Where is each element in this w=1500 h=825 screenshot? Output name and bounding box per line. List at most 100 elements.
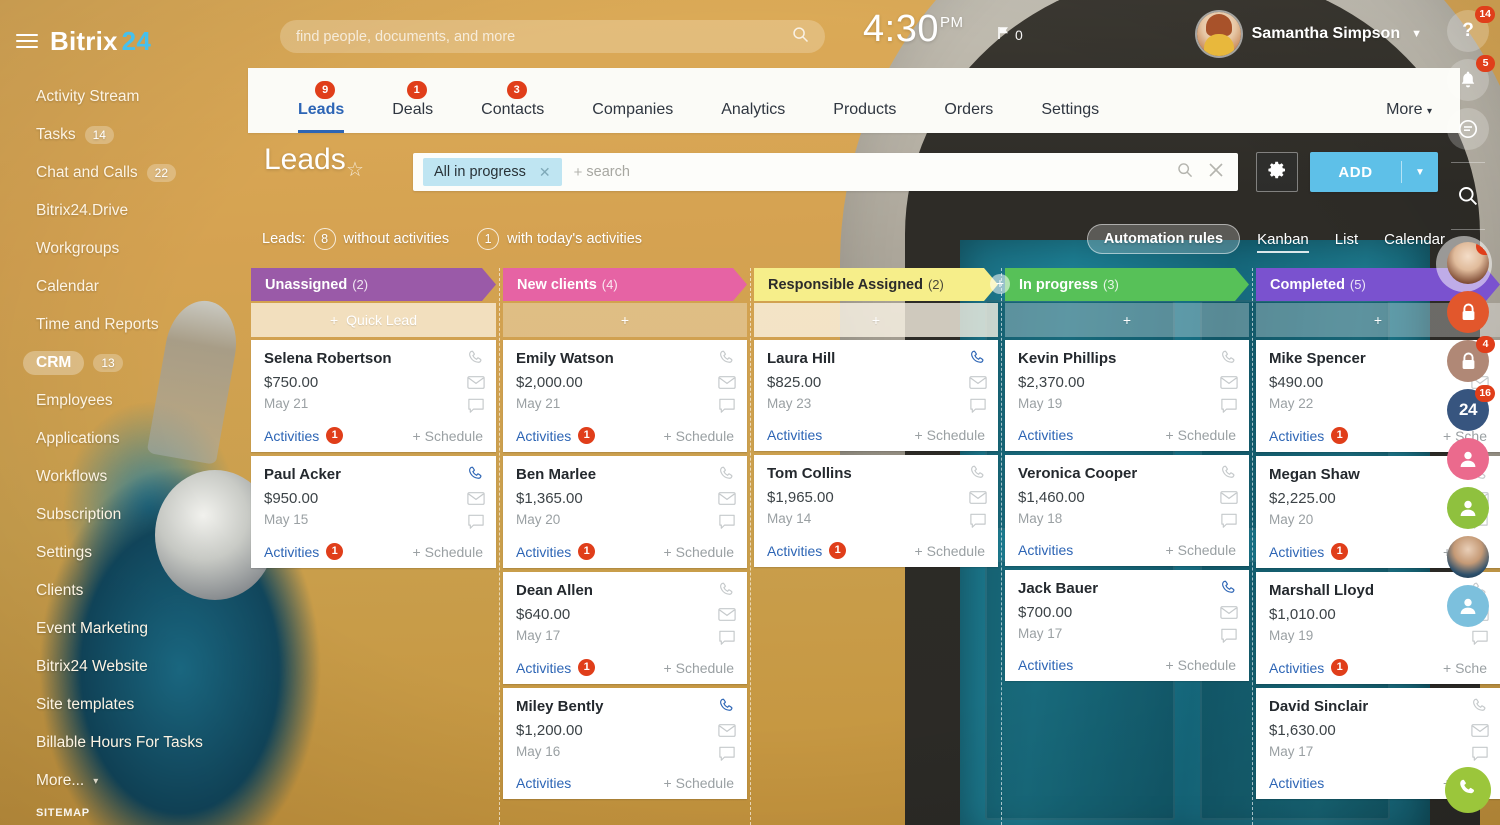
mail-icon[interactable]: [1220, 375, 1238, 390]
tab-leads[interactable]: 9 Leads: [274, 81, 368, 133]
kanban-add-card-button[interactable]: +: [754, 303, 998, 337]
lead-activities-link[interactable]: Activities 1: [264, 543, 344, 560]
help-icon[interactable]: ? 14: [1447, 6, 1495, 52]
kanban-column-header[interactable]: In progress (3): [1005, 268, 1249, 301]
user-avatar-1[interactable]: 2: [1447, 242, 1489, 284]
tab-orders[interactable]: Orders: [920, 101, 1017, 133]
sidebar-item-employees[interactable]: Employees: [0, 382, 248, 420]
sidebar-item-workgroups[interactable]: Workgroups: [0, 230, 248, 268]
phone-icon[interactable]: [1220, 579, 1238, 597]
lead-activities-link[interactable]: Activities 1: [767, 542, 847, 559]
filter-search-placeholder[interactable]: search: [586, 164, 630, 180]
phone-icon[interactable]: [718, 581, 736, 599]
comment-icon[interactable]: [969, 513, 987, 529]
lead-schedule-link[interactable]: + Schedule: [664, 775, 734, 791]
phone-icon[interactable]: [718, 697, 736, 715]
comment-icon[interactable]: [718, 746, 736, 762]
mail-icon[interactable]: [718, 723, 736, 738]
comment-icon[interactable]: [718, 514, 736, 530]
sidebar-item-workflows[interactable]: Workflows: [0, 458, 248, 496]
phone-icon[interactable]: [718, 465, 736, 483]
mail-icon[interactable]: [467, 375, 485, 390]
lead-card[interactable]: Veronica Cooper $1,460.00 May 18 Activities…: [1005, 455, 1249, 566]
user-menu[interactable]: Samantha Simpson ▼: [1196, 12, 1422, 56]
sidebar-item-event-marketing[interactable]: Event Marketing: [0, 610, 248, 648]
phone-icon[interactable]: [969, 464, 987, 482]
sidebar-item-settings[interactable]: Settings: [0, 534, 248, 572]
search-icon[interactable]: [792, 26, 809, 48]
comment-icon[interactable]: [467, 398, 485, 414]
messages-icon[interactable]: [1447, 108, 1489, 150]
lock-icon-1[interactable]: [1447, 291, 1489, 333]
lead-card[interactable]: Dean Allen $640.00 May 17 Activities 1 + Sche…: [503, 572, 747, 684]
lead-activities-link[interactable]: Activities: [767, 427, 822, 443]
chevron-down-icon[interactable]: ▾: [93, 776, 98, 787]
lead-card[interactable]: Tom Collins $1,965.00 May 14 Activities 1 + S…: [754, 455, 998, 567]
comment-icon[interactable]: [969, 398, 987, 414]
lead-schedule-link[interactable]: + Schedule: [1166, 657, 1236, 673]
sidebar-item-billable-hours-for-tasks[interactable]: Billable Hours For Tasks: [0, 724, 248, 762]
brand-logo[interactable]: Bitrix 24: [0, 0, 248, 60]
mail-icon[interactable]: [1220, 605, 1238, 620]
lead-schedule-link[interactable]: + Schedule: [915, 427, 985, 443]
chevron-down-icon[interactable]: ▼: [1402, 167, 1438, 178]
lead-card[interactable]: Paul Acker $950.00 May 15 Activities 1 + Sche…: [251, 456, 496, 568]
kanban-add-card-button[interactable]: +: [503, 303, 747, 337]
user-avatar-2[interactable]: [1447, 536, 1489, 578]
lead-card[interactable]: Jack Bauer $700.00 May 17 Activities + Sched…: [1005, 570, 1249, 681]
sidebar-item-calendar[interactable]: Calendar: [0, 268, 248, 306]
lead-activities-link[interactable]: Activities 1: [1269, 659, 1349, 676]
lead-activities-link[interactable]: Activities 1: [1269, 543, 1349, 560]
search-icon[interactable]: [1447, 175, 1489, 217]
user-icon-blue[interactable]: [1447, 585, 1489, 627]
lock-icon-2[interactable]: 4: [1447, 336, 1495, 382]
comment-icon[interactable]: [1220, 398, 1238, 414]
lead-schedule-link[interactable]: + Schedule: [664, 428, 734, 444]
kanban-add-card-button[interactable]: +: [1005, 303, 1249, 337]
lead-activities-link[interactable]: Activities: [1269, 775, 1324, 791]
lead-schedule-link[interactable]: + Schedule: [413, 544, 483, 560]
tab-products[interactable]: Products: [809, 101, 920, 133]
sidebar-item-bitrix24-drive[interactable]: Bitrix24.Drive: [0, 192, 248, 230]
mail-icon[interactable]: [969, 375, 987, 390]
kanban-column-header[interactable]: Responsible Assigned (2): [754, 268, 998, 301]
lead-activities-link[interactable]: Activities: [1018, 657, 1073, 673]
phone-icon[interactable]: [467, 465, 485, 483]
view-kanban[interactable]: Kanban: [1244, 225, 1322, 254]
lead-activities-link[interactable]: Activities: [1018, 542, 1073, 558]
lead-schedule-link[interactable]: + Schedule: [664, 660, 734, 676]
mail-icon[interactable]: [718, 607, 736, 622]
filter-add-icon[interactable]: +: [574, 164, 583, 181]
sidebar-item-tasks[interactable]: Tasks 14: [0, 116, 248, 154]
comment-icon[interactable]: [467, 514, 485, 530]
sidebar-item-chat-and-calls[interactable]: Chat and Calls 22: [0, 154, 248, 192]
lead-card[interactable]: Selena Robertson $750.00 May 21 Activities 1…: [251, 340, 496, 452]
filter-chip[interactable]: All in progress ✕: [423, 158, 562, 186]
sidebar-item-subscription[interactable]: Subscription: [0, 496, 248, 534]
favorite-star-icon[interactable]: ☆: [346, 157, 364, 182]
lead-schedule-link[interactable]: + Schedule: [915, 543, 985, 559]
call-button[interactable]: [1445, 767, 1491, 813]
without-activities-count[interactable]: 8: [313, 228, 336, 250]
lead-schedule-link[interactable]: + Schedule: [1166, 542, 1236, 558]
tab-analytics[interactable]: Analytics: [697, 101, 809, 133]
bitrix24-icon[interactable]: 24 16: [1447, 385, 1495, 431]
mail-icon[interactable]: [467, 491, 485, 506]
lead-card[interactable]: Ben Marlee $1,365.00 May 20 Activities 1 + Sc…: [503, 456, 747, 568]
phone-icon[interactable]: [467, 349, 485, 367]
phone-icon[interactable]: [718, 349, 736, 367]
comment-icon[interactable]: [718, 630, 736, 646]
lead-activities-link[interactable]: Activities 1: [264, 427, 344, 444]
tab-contacts[interactable]: 3 Contacts: [457, 81, 568, 133]
tab-settings[interactable]: Settings: [1017, 101, 1123, 133]
notifications-icon[interactable]: 5: [1447, 55, 1495, 101]
sidebar-item-applications[interactable]: Applications: [0, 420, 248, 458]
today-activities-label[interactable]: with today's activities: [507, 231, 642, 247]
lead-card[interactable]: Emily Watson $2,000.00 May 21 Activities 1 + …: [503, 340, 747, 452]
lead-activities-link[interactable]: Activities: [1018, 427, 1073, 443]
lead-schedule-link[interactable]: + Schedule: [664, 544, 734, 560]
comment-icon[interactable]: [1220, 628, 1238, 644]
kanban-column-header[interactable]: Unassigned (2): [251, 268, 496, 301]
comment-icon[interactable]: [718, 398, 736, 414]
tab-more[interactable]: More ▾: [1386, 101, 1432, 119]
